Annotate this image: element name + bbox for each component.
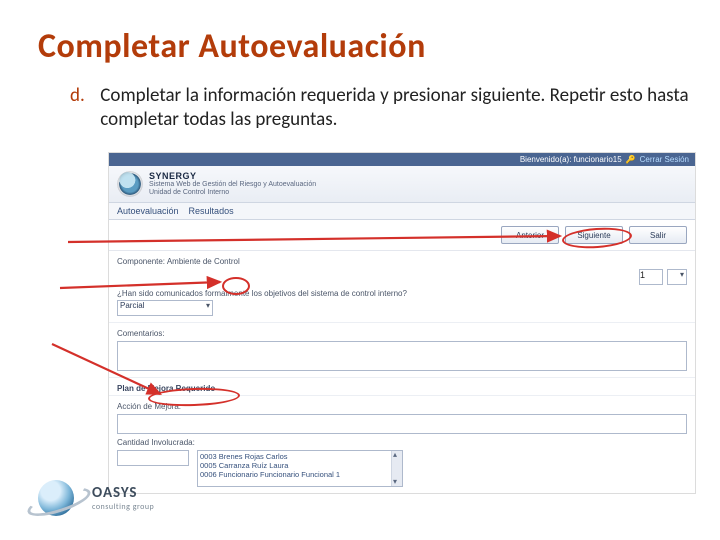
comments-textarea[interactable]	[117, 341, 687, 371]
action-textarea[interactable]	[117, 414, 687, 434]
welcome-text: Bienvenido(a): funcionario15	[520, 155, 622, 164]
menubar: Autoevaluación Resultados	[109, 203, 695, 220]
brand-name: SYNERGY	[149, 171, 316, 181]
plan-label: Plan de Mejora Requerido	[117, 384, 687, 393]
comments-label: Comentarios:	[117, 329, 687, 338]
prev-button[interactable]: Anterior	[501, 226, 559, 244]
component-label: Componente: Ambiente de Control	[117, 257, 687, 266]
action-label: Acción de Mejora:	[117, 402, 687, 411]
footer-logo: OASYS consulting group	[28, 470, 154, 526]
toolbar: Anterior Siguiente Salir	[109, 220, 695, 251]
step-item: d. Completar la información requerida y …	[70, 84, 698, 132]
page-index-field[interactable]: 1	[639, 269, 663, 285]
oasys-planet-icon	[28, 470, 84, 526]
question-text: ¿Han sido comunicados formalmente los ob…	[117, 289, 687, 298]
plan-header: Plan de Mejora Requerido	[109, 378, 695, 396]
door-icon: 🔑	[626, 155, 636, 164]
synergy-logo-icon	[117, 171, 143, 197]
listbox-scrollbar[interactable]	[391, 451, 402, 486]
component-section: Componente: Ambiente de Control 1 ¿Han s…	[109, 251, 695, 323]
slide-title: Completar Autoevaluación	[38, 26, 426, 67]
next-button[interactable]: Siguiente	[565, 226, 623, 244]
footer-brand: OASYS	[92, 484, 154, 502]
answer-select[interactable]: Parcial	[117, 300, 213, 316]
app-header: SYNERGY Sistema Web de Gestión del Riesg…	[109, 166, 695, 203]
comments-section: Comentarios:	[109, 323, 695, 378]
list-item[interactable]: 0005 Carranza Ruíz Laura	[200, 461, 400, 470]
list-item[interactable]: 0006 Funcionario Funcionario Funcional 1	[200, 470, 400, 479]
people-listbox[interactable]: 0003 Brenes Rojas Carlos 0005 Carranza R…	[197, 450, 403, 487]
list-item[interactable]: 0003 Brenes Rojas Carlos	[200, 452, 400, 461]
app-topbar: Bienvenido(a): funcionario15 🔑 Cerrar Se…	[109, 153, 695, 166]
step-text: Completar la información requerida y pre…	[100, 84, 690, 132]
involved-label: Cantidad Involucrada:	[117, 438, 687, 447]
app-screenshot: Bienvenido(a): funcionario15 🔑 Cerrar Se…	[108, 152, 696, 494]
menu-resultados[interactable]: Resultados	[189, 206, 234, 216]
brand-line2: Unidad de Control Interno	[149, 189, 316, 197]
logout-link[interactable]: Cerrar Sesión	[640, 155, 689, 164]
page-stepper[interactable]	[667, 269, 687, 285]
step-marker: d.	[70, 84, 96, 108]
footer-tagline: consulting group	[92, 502, 154, 512]
brand-block: SYNERGY Sistema Web de Gestión del Riesg…	[149, 171, 316, 196]
plan-body: Acción de Mejora: Cantidad Involucrada: …	[109, 396, 695, 493]
brand-line1: Sistema Web de Gestión del Riesgo y Auto…	[149, 181, 316, 189]
involved-count-field[interactable]	[117, 450, 189, 466]
exit-button[interactable]: Salir	[629, 226, 687, 244]
menu-autoevaluacion[interactable]: Autoevaluación	[117, 206, 179, 216]
